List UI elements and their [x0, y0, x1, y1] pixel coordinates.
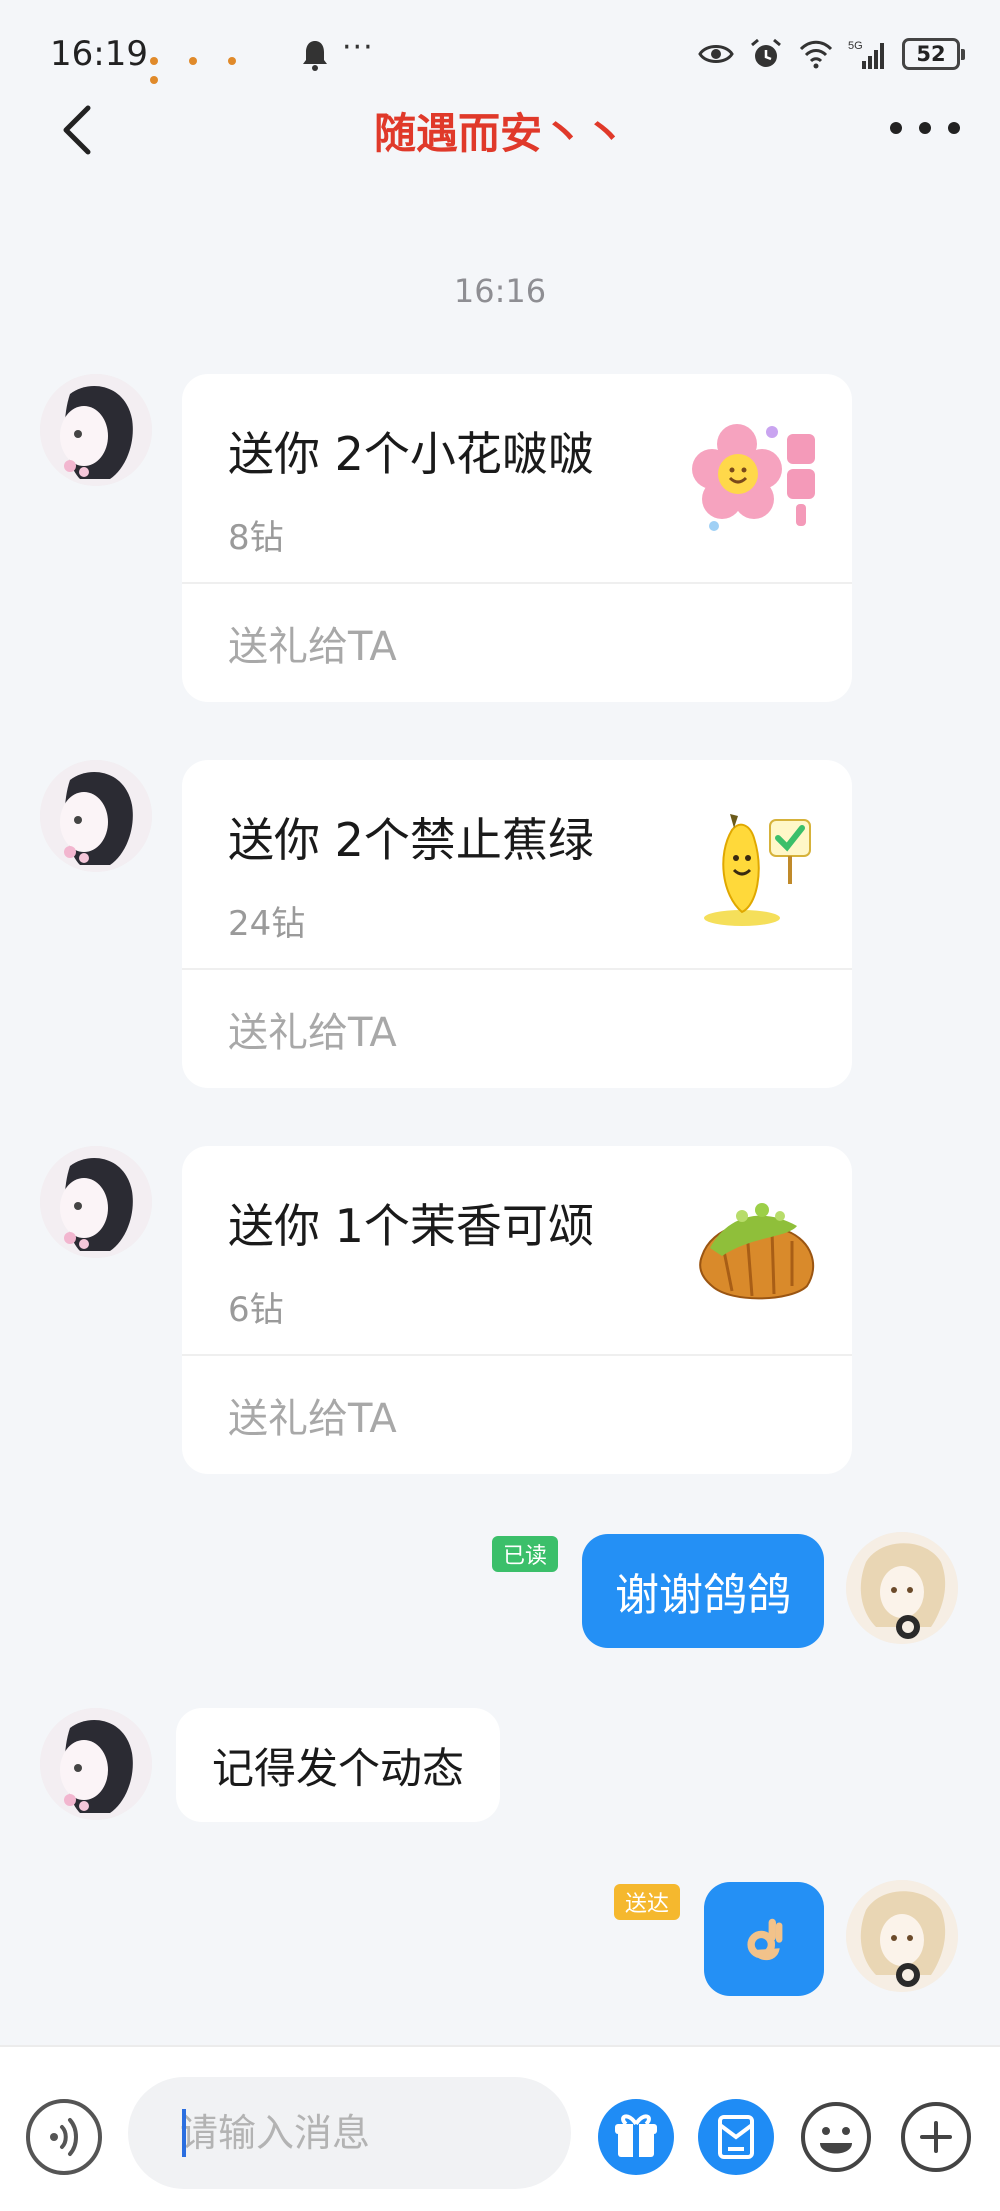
- avatar[interactable]: [40, 760, 152, 872]
- svg-text:5G: 5G: [848, 40, 863, 52]
- gift-message-card[interactable]: 送你 2个小花啵啵 8钻 送礼给TA: [182, 374, 852, 702]
- gift-price: 8钻: [228, 518, 284, 558]
- gift-button[interactable]: [598, 2099, 674, 2175]
- avatar[interactable]: [40, 1708, 152, 1820]
- send-gift-link[interactable]: 送礼给TA: [228, 614, 397, 672]
- send-gift-link[interactable]: 送礼给TA: [228, 1386, 397, 1444]
- message-input-bar: [0, 2045, 1000, 2211]
- avatar[interactable]: [40, 374, 152, 486]
- more-options-button[interactable]: [890, 108, 960, 148]
- my-avatar[interactable]: [846, 1532, 958, 1644]
- gift-title: 送你 1个茉香可颂: [228, 1199, 594, 1253]
- avatar[interactable]: [40, 1146, 152, 1258]
- gift-price: 6钻: [228, 1290, 284, 1330]
- divider: [182, 968, 852, 970]
- chat-title[interactable]: 随遇而安丶丶: [0, 100, 1000, 161]
- letter-button[interactable]: [698, 2099, 774, 2175]
- voice-icon: [50, 2118, 78, 2156]
- text-cursor: [182, 2109, 186, 2157]
- battery-indicator: 52: [902, 38, 965, 70]
- gift-title: 送你 2个小花啵啵: [228, 427, 594, 481]
- send-gift-link[interactable]: 送礼给TA: [228, 1000, 397, 1058]
- outgoing-message-bubble[interactable]: 谢谢鸽鸽: [582, 1534, 824, 1648]
- read-status-badge: 已读: [492, 1536, 558, 1572]
- divider: [182, 582, 852, 584]
- envelope-icon: [718, 2115, 754, 2159]
- outgoing-emoji-bubble[interactable]: [704, 1882, 824, 1996]
- status-right-icons: 5G 52: [698, 34, 965, 74]
- emoji-button[interactable]: [798, 2099, 874, 2175]
- bell-icon: [303, 41, 327, 71]
- gift-message-card[interactable]: 送你 2个禁止蕉绿 24钻 送礼给TA: [182, 760, 852, 1088]
- flower-gift-icon: [692, 424, 815, 531]
- eye-icon: [698, 45, 734, 63]
- ok-hand-emoji-icon: [747, 1918, 783, 1961]
- alarm-icon: [751, 38, 781, 67]
- banana-gift-icon: [704, 814, 811, 926]
- message-timestamp: 16:16: [453, 272, 547, 310]
- gift-icon: [615, 2114, 657, 2157]
- signal-icon: 5G: [848, 40, 884, 69]
- delivered-status-badge: 送达: [614, 1884, 680, 1920]
- message-input[interactable]: [128, 2077, 571, 2189]
- notification-dots: [150, 50, 290, 84]
- voice-input-button[interactable]: [26, 2099, 102, 2175]
- croissant-gift-icon: [699, 1201, 815, 1300]
- gift-price: 24钻: [228, 904, 306, 944]
- plus-icon: [901, 2102, 971, 2172]
- add-button[interactable]: [898, 2099, 974, 2175]
- status-more-icon: ···: [342, 30, 374, 65]
- wifi-icon: [799, 40, 833, 69]
- gift-message-card[interactable]: 送你 1个茉香可颂 6钻 送礼给TA: [182, 1146, 852, 1474]
- divider: [182, 1354, 852, 1356]
- emoji-icon: [801, 2102, 871, 2172]
- my-avatar[interactable]: [846, 1880, 958, 1992]
- gift-title: 送你 2个禁止蕉绿: [228, 813, 594, 867]
- incoming-message-bubble[interactable]: 记得发个动态: [176, 1708, 501, 1822]
- chat-header: 随遇而安丶丶: [0, 80, 1000, 180]
- status-time: 16:19: [50, 34, 148, 74]
